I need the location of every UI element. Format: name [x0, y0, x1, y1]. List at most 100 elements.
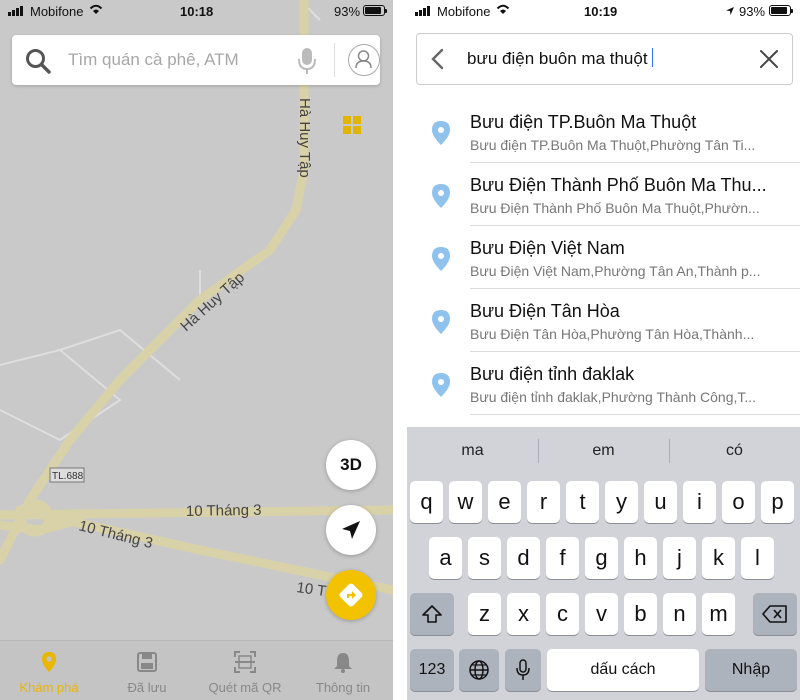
space-key[interactable]: dấu cách — [547, 649, 699, 691]
search-input[interactable]: bưu điện buôn ma thuột — [467, 48, 654, 69]
location-pin-icon — [432, 184, 450, 208]
status-time: 10:18 — [180, 4, 214, 19]
carrier-label: Mobifone — [437, 4, 491, 19]
location-pin-icon — [432, 121, 450, 145]
shift-key[interactable] — [410, 593, 454, 635]
directions-icon — [339, 583, 363, 607]
save-icon — [137, 652, 157, 672]
key-v[interactable]: v — [585, 593, 618, 635]
search-result-item[interactable]: Bưu điện TP.Buôn Ma Thuột Bưu điện TP.Bu… — [407, 100, 800, 163]
key-a[interactable]: a — [429, 537, 462, 579]
key-w[interactable]: w — [449, 481, 482, 523]
key-l[interactable]: l — [741, 537, 774, 579]
search-input[interactable]: Tìm quán cà phê, ATM — [68, 50, 239, 70]
suggestion-2[interactable]: em — [538, 442, 669, 460]
globe-key[interactable] — [459, 649, 499, 691]
location-pin-icon — [432, 373, 450, 397]
backspace-key[interactable] — [753, 593, 797, 635]
key-r[interactable]: r — [527, 481, 560, 523]
chevron-left-icon[interactable] — [429, 48, 445, 70]
text-cursor — [651, 48, 654, 67]
battery-percent: 93% — [334, 4, 361, 19]
location-pin-icon — [432, 310, 450, 334]
key-b[interactable]: b — [624, 593, 657, 635]
tab-kham-pha[interactable]: Khám phá — [0, 641, 98, 700]
signal-icon — [415, 6, 430, 16]
road-sign-tl688: TL.688 — [52, 471, 84, 482]
microphone-key[interactable] — [505, 649, 541, 691]
search-icon — [26, 49, 51, 74]
key-t[interactable]: t — [566, 481, 599, 523]
carrier-label: Mobifone — [30, 4, 84, 19]
road-label-10-thang-3-a: 10 Tháng 3 — [186, 502, 262, 520]
search-result-item[interactable]: Bưu Điện Việt Nam Bưu Điện Việt Nam,Phườ… — [407, 226, 800, 289]
profile-button[interactable] — [348, 44, 380, 76]
key-y[interactable]: y — [605, 481, 638, 523]
key-c[interactable]: c — [546, 593, 579, 635]
key-o[interactable]: o — [722, 481, 755, 523]
tab-thong-tin[interactable]: Thông tin — [294, 641, 392, 700]
directions-button[interactable] — [326, 570, 376, 620]
result-title: Bưu điện tỉnh đaklak — [470, 364, 635, 384]
key-z[interactable]: z — [468, 593, 501, 635]
key-x[interactable]: x — [507, 593, 540, 635]
bottom-tab-bar: Khám phá Đã lưu Quét mã QR Thông tin — [0, 640, 393, 700]
search-bar[interactable]: Tìm quán cà phê, ATM — [12, 35, 380, 85]
3d-toggle-button[interactable]: 3D — [326, 440, 376, 490]
my-location-button[interactable] — [326, 505, 376, 555]
key-m[interactable]: m — [702, 593, 735, 635]
key-i[interactable]: i — [683, 481, 716, 523]
suggestion-3[interactable]: có — [669, 442, 800, 460]
battery-icon — [363, 5, 387, 16]
search-screen: Mobifone 10:19 93% bưu điện buôn ma thuộ… — [407, 0, 800, 700]
numbers-key[interactable]: 123 — [410, 649, 454, 691]
microphone-icon[interactable] — [296, 47, 318, 75]
signal-icon — [8, 6, 23, 16]
key-f[interactable]: f — [546, 537, 579, 579]
status-time: 10:19 — [584, 4, 618, 19]
status-bar: Mobifone 10:19 93% — [407, 0, 800, 24]
profile-icon — [355, 50, 372, 69]
key-g[interactable]: g — [585, 537, 618, 579]
location-arrow-icon — [726, 7, 734, 15]
search-bar[interactable]: bưu điện buôn ma thuột — [416, 33, 793, 85]
search-result-item[interactable]: Bưu Điện Tân Hòa Bưu Điện Tân Hòa,Phường… — [407, 289, 800, 352]
result-title: Bưu điện TP.Buôn Ma Thuột — [470, 112, 697, 132]
result-title: Bưu Điện Thành Phố Buôn Ma Thu... — [470, 175, 767, 195]
key-p[interactable]: p — [761, 481, 794, 523]
search-results-list: Bưu điện TP.Buôn Ma Thuột Bưu điện TP.Bu… — [407, 100, 800, 415]
key-n[interactable]: n — [663, 593, 696, 635]
key-e[interactable]: e — [488, 481, 521, 523]
battery-percent: 93% — [739, 4, 766, 19]
key-q[interactable]: q — [410, 481, 443, 523]
enter-key[interactable]: Nhập — [705, 649, 797, 691]
key-j[interactable]: j — [663, 537, 696, 579]
tab-quet-ma-qr[interactable]: Quét mã QR — [196, 641, 294, 700]
result-title: Bưu Điện Tân Hòa — [470, 301, 620, 321]
key-s[interactable]: s — [468, 537, 501, 579]
divider — [470, 414, 800, 415]
suggestion-bar: ma em có — [407, 427, 800, 475]
tab-label: Thông tin — [315, 680, 371, 695]
road-label-ha-huy-tap-1: Hà Huy Tập — [296, 98, 313, 178]
tab-label: Quét mã QR — [208, 680, 282, 695]
battery-icon — [769, 5, 793, 16]
key-k[interactable]: k — [702, 537, 735, 579]
suggestion-1[interactable]: ma — [407, 442, 538, 460]
result-subtitle: Bưu điện TP.Buôn Ma Thuột,Phường Tân Ti.… — [470, 137, 756, 153]
layers-button[interactable] — [332, 105, 372, 145]
search-result-item[interactable]: Bưu Điện Thành Phố Buôn Ma Thu... Bưu Đi… — [407, 163, 800, 226]
status-bar: Mobifone 10:18 93% — [0, 0, 393, 24]
qr-scan-icon — [234, 651, 256, 673]
search-divider — [334, 43, 335, 77]
close-icon[interactable] — [759, 49, 779, 69]
search-result-item[interactable]: Bưu điện tỉnh đaklak Bưu điện tỉnh đakla… — [407, 352, 800, 415]
wifi-icon — [89, 4, 103, 14]
navigation-arrow-icon — [342, 521, 360, 539]
key-d[interactable]: d — [507, 537, 540, 579]
result-subtitle: Bưu Điện Việt Nam,Phường Tân An,Thành p.… — [470, 263, 761, 279]
map-pin-icon — [42, 652, 56, 672]
tab-da-luu[interactable]: Đã lưu — [98, 641, 196, 700]
key-u[interactable]: u — [644, 481, 677, 523]
key-h[interactable]: h — [624, 537, 657, 579]
